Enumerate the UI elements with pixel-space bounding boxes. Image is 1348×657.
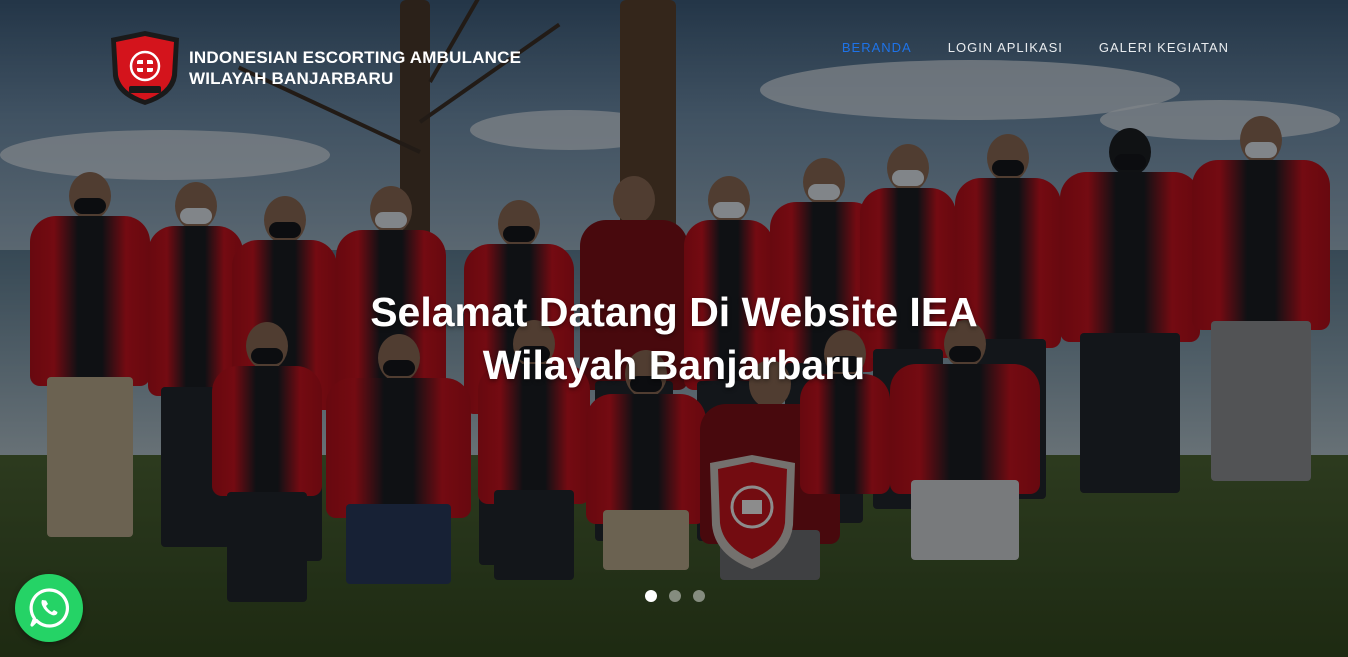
carousel-dot-1[interactable] xyxy=(645,590,657,602)
carousel-dot-3[interactable] xyxy=(693,590,705,602)
whatsapp-button[interactable] xyxy=(15,574,83,642)
carousel-indicators xyxy=(645,590,705,602)
main-nav: BERANDA LOGIN APLIKASI GALERI KEGIATAN xyxy=(842,40,1229,55)
whatsapp-icon xyxy=(29,588,69,628)
hero-title-line-1: Selamat Datang Di Website IEA xyxy=(370,289,978,335)
nav-beranda[interactable]: BERANDA xyxy=(842,40,912,55)
carousel-dot-2[interactable] xyxy=(669,590,681,602)
nav-login-aplikasi[interactable]: LOGIN APLIKASI xyxy=(948,40,1063,55)
brand-name: INDONESIAN ESCORTING AMBULANCE WILAYAH B… xyxy=(189,47,521,89)
brand-line-1: INDONESIAN ESCORTING AMBULANCE xyxy=(189,48,522,67)
brand-line-2: WILAYAH BANJARBARU xyxy=(189,69,394,88)
iea-shield-logo-icon xyxy=(111,31,179,105)
nav-galeri-kegiatan[interactable]: GALERI KEGIATAN xyxy=(1099,40,1229,55)
hero-title-line-2: Wilayah Banjarbaru xyxy=(482,342,866,388)
brand[interactable]: INDONESIAN ESCORTING AMBULANCE WILAYAH B… xyxy=(107,30,521,106)
hero-title: Selamat Datang Di Website IEA Wilayah Ba… xyxy=(0,286,1348,392)
